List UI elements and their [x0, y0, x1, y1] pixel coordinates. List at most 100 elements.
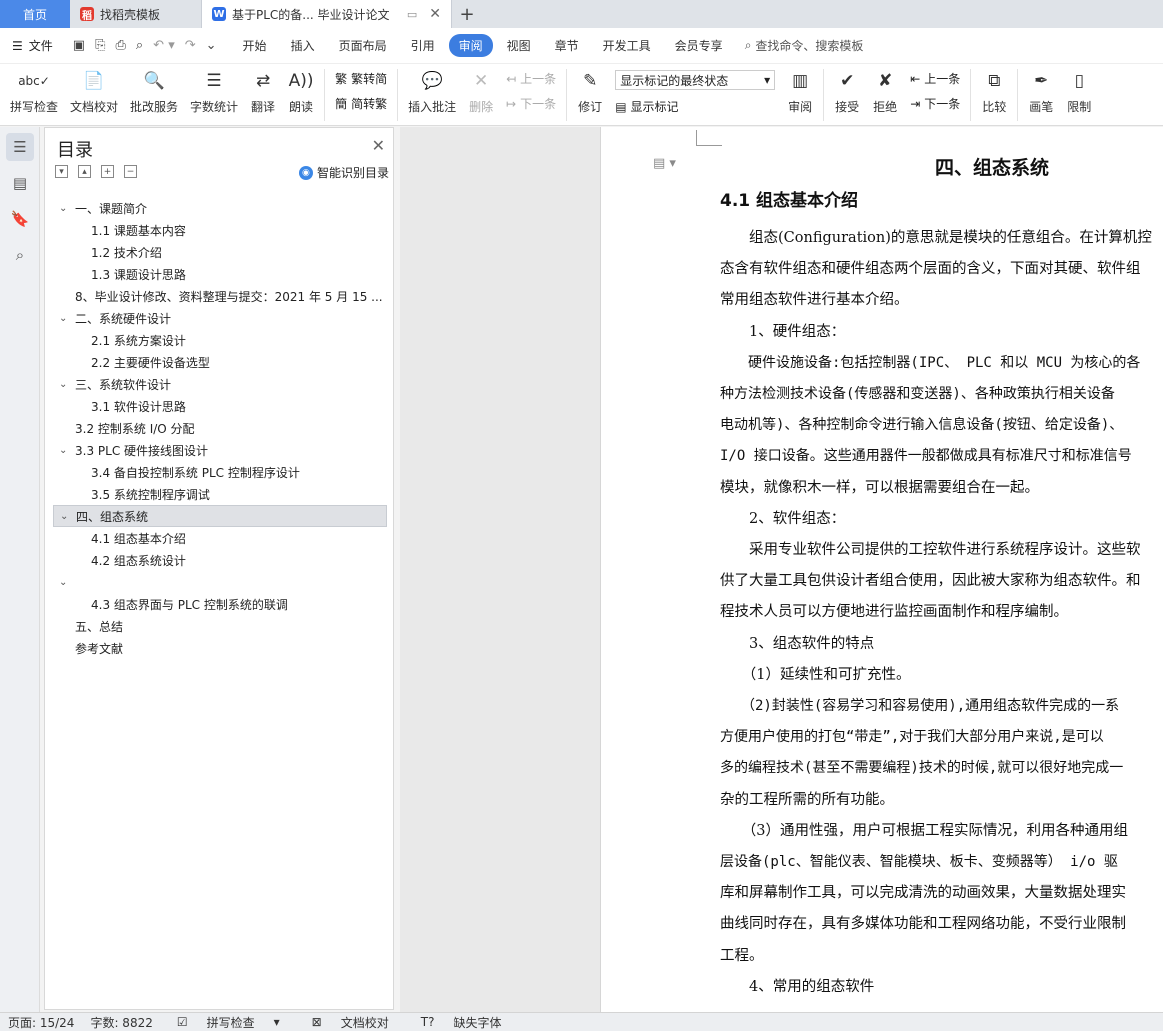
delete-comment-button[interactable]: ✕ 删除 — [462, 64, 500, 115]
toc-item[interactable]: ⌄ 二、系统硬件设计 — [53, 307, 387, 329]
export-pdf-icon[interactable]: ⎘ — [95, 38, 105, 53]
bookmark-icon[interactable]: 🔖 — [6, 205, 34, 233]
menu-review[interactable]: 审阅 — [448, 34, 493, 57]
accept-icon: ✔ — [840, 71, 855, 91]
spellcheck-label: 拼写检查 — [10, 100, 59, 114]
word-count-button[interactable]: ☰ 字数统计 — [184, 64, 244, 115]
markup-state-select[interactable]: 显示标记的最终状态 ▾ — [615, 70, 776, 90]
prev-comment-button[interactable]: ↤ 上一条 — [506, 70, 556, 87]
toc-item[interactable]: ⌄ 3.3 PLC 硬件接线图设计 — [53, 439, 387, 461]
add-item-icon[interactable]: + — [101, 165, 114, 178]
toc-item[interactable]: 2.2 主要硬件设备选型 — [53, 351, 387, 373]
toc-item[interactable]: ⌄ 一、课题简介 — [53, 197, 387, 219]
print-icon[interactable]: ⎙ — [115, 38, 125, 53]
close-tab-icon[interactable]: ✕ — [429, 6, 441, 22]
toc-panel-icon[interactable]: ☰ — [6, 133, 34, 161]
toc-item[interactable]: 3.4 备自投控制系统 PLC 控制程序设计 — [53, 461, 387, 483]
close-icon[interactable]: ✕ — [372, 136, 385, 155]
spellcheck-status[interactable]: ☑ 拼写检查 ▾ — [161, 1014, 296, 1031]
menu-developer[interactable]: 开发工具 — [593, 34, 661, 57]
toc-item[interactable]: 4.1 组态基本介绍 — [53, 527, 387, 549]
menu-layout[interactable]: 页面布局 — [329, 34, 397, 57]
insert-comment-button[interactable]: 💬 插入批注 — [402, 64, 462, 115]
smart-toc-button[interactable]: ◉ 智能识别目录 — [298, 164, 389, 181]
review-ribbon: abc✓ 拼写检查 📄 文档校对 🔍 批改服务 ☰ 字数统计 ⇄ 翻译 A)) … — [0, 64, 1163, 126]
toc-item[interactable]: ⌄ 三、系统软件设计 — [53, 373, 387, 395]
toc-item[interactable]: 4.3 组态界面与 PLC 控制系统的联调 — [53, 593, 387, 615]
review-pane-button[interactable]: ▥ 审阅 — [781, 64, 819, 115]
spellcheck-button[interactable]: abc✓ 拼写检查 — [0, 64, 64, 115]
toc-item[interactable]: 1.1 课题基本内容 — [53, 219, 387, 241]
expand-all-icon[interactable]: ▴ — [78, 165, 91, 178]
toc-item[interactable]: 3.1 软件设计思路 — [53, 395, 387, 417]
menu-references[interactable]: 引用 — [401, 34, 445, 57]
toc-item-label: 4.1 组态基本介绍 — [91, 531, 186, 546]
compare-button[interactable]: ⧉ 比较 — [975, 64, 1013, 115]
toc-item[interactable]: 2.1 系统方案设计 — [53, 329, 387, 351]
collapse-all-icon[interactable]: ▾ — [55, 165, 68, 178]
chevron-down-icon[interactable]: ⌄ — [59, 313, 73, 324]
new-tab-button[interactable]: + — [452, 0, 482, 28]
read-aloud-icon: A)) — [288, 71, 314, 91]
page-indicator[interactable]: 页面: 15/24 — [0, 1014, 82, 1031]
accept-button[interactable]: ✔ 接受 — [828, 64, 866, 115]
document-line: 4、常用的组态软件 — [720, 978, 875, 995]
toc-item[interactable]: 参考文献 — [53, 637, 387, 659]
word-count-indicator[interactable]: 字数: 8822 — [82, 1014, 160, 1031]
reject-button[interactable]: ✘ 拒绝 — [866, 64, 904, 115]
toc-item[interactable]: ⌄ 四、组态系统 — [53, 505, 387, 527]
toc-item[interactable]: 1.2 技术介绍 — [53, 241, 387, 263]
file-menu[interactable]: ☰ 文件 — [0, 37, 65, 54]
track-changes-button[interactable]: ✎ 修订 — [571, 64, 609, 115]
chevron-down-icon[interactable]: ⌄ — [59, 203, 73, 214]
doc-check-button[interactable]: 📄 文档校对 — [64, 64, 124, 115]
chevron-down-icon[interactable]: ⌄ — [59, 379, 73, 390]
show-markup-button[interactable]: ▤ 显示标记 — [615, 98, 775, 115]
next-change-button[interactable]: ⇥ 下一条 — [910, 95, 960, 112]
revise-service-button[interactable]: 🔍 批改服务 — [124, 64, 184, 115]
menu-member[interactable]: 会员专享 — [665, 34, 733, 57]
toc-item[interactable]: 五、总结 — [53, 615, 387, 637]
toc-item[interactable]: ⌄ — [53, 571, 387, 593]
tab-home[interactable]: 首页 — [0, 0, 70, 28]
toc-item[interactable]: 1.3 课题设计思路 — [53, 263, 387, 285]
toc-item[interactable]: 3.2 控制系统 I/O 分配 — [53, 417, 387, 439]
toc-item[interactable]: 3.5 系统控制程序调试 — [53, 483, 387, 505]
translate-button[interactable]: ⇄ 翻译 — [244, 64, 282, 115]
toc-item[interactable]: 4.2 组态系统设计 — [53, 549, 387, 571]
toc-item[interactable]: 8、毕业设计修改、资料整理与提交：2021 年 5 月 15 ... — [53, 285, 387, 307]
to-traditional-button[interactable]: 簡简转繁 — [335, 95, 387, 112]
document-line: 多的编程技术(甚至不需要编程)技术的时候,就可以很好地完成一 — [720, 760, 1124, 777]
remove-item-icon[interactable]: − — [124, 165, 137, 178]
read-aloud-button[interactable]: A)) 朗读 — [282, 64, 320, 115]
command-search[interactable]: ⌕ 查找命令、搜索模板 — [745, 37, 864, 54]
chevron-down-icon[interactable]: ⌄ — [59, 577, 73, 588]
menu-section[interactable]: 章节 — [545, 34, 589, 57]
customize-toolbar-icon[interactable]: ⌄ — [206, 38, 217, 53]
restrict-editing-button[interactable]: ▯ 限制 — [1060, 64, 1098, 115]
doccheck-status[interactable]: ⊠ 文档校对 — [296, 1014, 405, 1031]
chapter-nav-icon[interactable]: ▤ — [6, 169, 34, 197]
tab-template[interactable]: 稻 找稻壳模板 — [70, 0, 202, 28]
menu-view[interactable]: 视图 — [497, 34, 541, 57]
save-icon[interactable]: ▣ — [73, 38, 85, 53]
pen-button[interactable]: ✒ 画笔 — [1022, 64, 1060, 115]
menu-insert[interactable]: 插入 — [281, 34, 325, 57]
next-comment-button[interactable]: ↦ 下一条 — [506, 95, 556, 112]
chevron-down-icon[interactable]: ⌄ — [60, 511, 74, 522]
search-icon[interactable]: ⌕ — [6, 241, 34, 269]
document-line: 层设备(plc、智能仪表、智能模块、板卡、变频器等） i/o 驱 — [720, 854, 1118, 870]
redo-icon[interactable]: ↷ — [185, 38, 196, 53]
menu-start[interactable]: 开始 — [233, 34, 277, 57]
to-simplified-button[interactable]: 繁繁转简 — [335, 70, 387, 87]
chevron-down-icon[interactable]: ⌄ — [59, 445, 73, 456]
toc-item-label: 3.3 PLC 硬件接线图设计 — [75, 443, 209, 458]
ribbon-divider — [1017, 69, 1019, 121]
print-preview-icon[interactable]: ⌕ — [136, 38, 143, 53]
window-pin-icon[interactable]: ▭ — [407, 8, 417, 21]
prev-change-button[interactable]: ⇤ 上一条 — [910, 70, 960, 87]
missing-font-status[interactable]: T? 缺失字体 — [405, 1014, 518, 1031]
tab-document[interactable]: W 基于PLC的备... 毕业设计论文 ▭ ✕ — [202, 0, 452, 28]
paragraph-options-icon[interactable]: ▤ ▾ — [653, 156, 676, 171]
undo-icon[interactable]: ↶ ▾ — [153, 38, 175, 53]
